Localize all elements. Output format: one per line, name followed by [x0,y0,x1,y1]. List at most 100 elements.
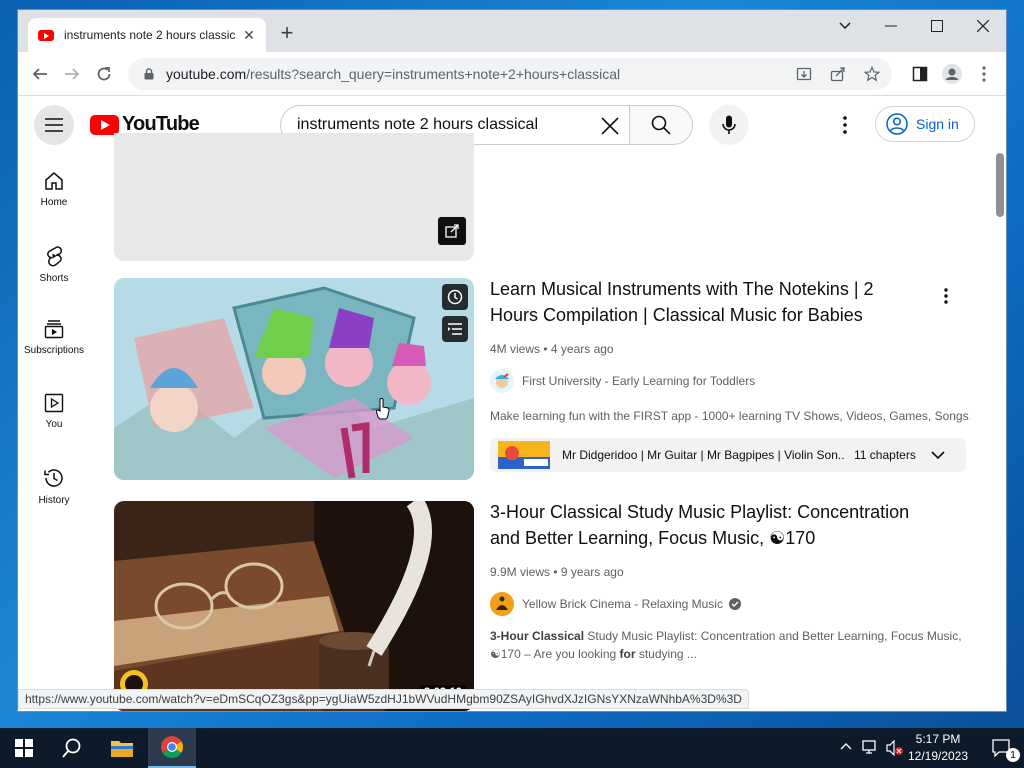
taskbar-search-button[interactable] [48,728,96,768]
volume-muted-icon[interactable] [886,740,904,756]
sidebar-item-shorts[interactable]: Shorts [18,245,90,284]
chapters-count: 11 chapters [854,448,916,462]
browser-tab[interactable]: instruments note 2 hours classical ✕ [28,18,266,52]
sidebar-item-home[interactable]: Home [18,171,90,208]
more-vertical-icon [944,288,948,304]
scrollbar-thumb[interactable] [996,153,1004,217]
chevron-down-icon [839,22,851,30]
folder-icon [111,741,133,757]
video-description: Make learning fun with the FIRST app - 1… [490,409,970,423]
channel-avatar [490,369,514,393]
video-thumbnail[interactable]: 3:02:10 [114,501,474,711]
video-thumbnail[interactable] [114,278,474,480]
maximize-button[interactable] [914,10,960,42]
home-icon [45,172,63,190]
new-tab-button[interactable]: + [276,22,298,44]
study-music-thumbnail-image [114,501,474,711]
sidebar-label: Subscriptions [23,345,85,356]
upload-age: 9 years ago [560,565,624,579]
search-input[interactable] [297,116,587,134]
install-app-icon[interactable] [794,64,814,84]
notification-count-badge: 1 [1006,748,1020,762]
clock-time[interactable]: 5:17 PM [904,732,972,746]
forward-button[interactable] [60,62,84,86]
close-window-button[interactable] [960,10,1006,42]
share-icon[interactable] [828,64,848,84]
chevron-down-icon[interactable] [930,447,946,463]
browser-toolbar: youtube.com/results?search_query=instrum… [18,52,1006,96]
address-url: youtube.com/results?search_query=instrum… [166,66,620,82]
windows-taskbar: 5:17 PM 12/19/2023 1 [0,728,1024,768]
add-to-queue-button[interactable] [442,316,468,342]
hamburger-menu-icon [45,118,63,132]
channel-info[interactable]: Yellow Brick Cinema - Relaxing Music [490,592,741,616]
clock-icon [447,289,463,305]
sidebar-label: Shorts [39,273,69,284]
tab-strip: instruments note 2 hours classical ✕ + [18,10,1006,52]
minimize-button[interactable] [868,10,914,42]
search-button[interactable] [629,105,693,145]
browser-window: instruments note 2 hours classical ✕ + y… [18,10,1006,711]
channel-name: Yellow Brick Cinema - Relaxing Music [522,597,723,611]
url-path: /results?search_query=instruments+note+2… [246,66,621,82]
clock-date[interactable]: 12/19/2023 [904,749,972,763]
network-icon[interactable] [862,740,880,756]
forward-arrow-icon [65,68,80,80]
guide-menu-button[interactable] [34,105,74,145]
sidebar-item-you[interactable]: You [18,393,90,430]
view-count: 4M views [490,342,541,356]
search-results: Learn Musical Instruments with The Notek… [114,133,974,711]
tab-title: instruments note 2 hours classical [64,28,236,42]
tab-search-button[interactable] [822,10,868,42]
video-title[interactable]: Learn Musical Instruments with The Notek… [490,276,910,328]
you-library-icon [44,393,64,413]
url-host: youtube.com [166,66,247,82]
profile-avatar-icon[interactable] [942,64,962,84]
page-scrollbar[interactable] [994,153,1006,711]
chapter-thumbnail [498,441,550,469]
chapters-bar[interactable]: Mr Didgeridoo | Mr Guitar | Mr Bagpipes … [490,438,966,472]
back-arrow-icon [32,68,47,80]
voice-search-button[interactable] [709,105,749,145]
reload-icon [97,67,111,81]
more-vertical-icon [843,116,847,134]
previous-result-thumbnail[interactable] [114,133,474,261]
windows-logo-icon [15,739,33,757]
video-metadata: 4M views • 4 years ago [490,342,614,356]
chrome-icon [161,736,183,758]
clear-search-icon[interactable] [596,112,624,140]
watch-later-button[interactable] [442,284,468,310]
lock-icon [142,67,156,81]
video-action-menu-button[interactable] [934,284,958,308]
sidebar-item-subscriptions[interactable]: Subscriptions [18,319,90,356]
sidebar-item-history[interactable]: History [18,467,90,506]
shorts-icon [47,246,62,267]
side-panel-icon[interactable] [910,64,930,84]
channel-info[interactable]: First University - Early Learning for To… [490,369,755,393]
subscriptions-icon [44,320,64,339]
upload-age: 4 years ago [550,342,614,356]
action-center-button[interactable]: 1 [978,728,1024,768]
account-circle-icon [886,113,908,135]
tab-close-icon[interactable]: ✕ [242,27,256,44]
reload-button[interactable] [92,62,116,86]
chrome-taskbar-button[interactable] [148,728,196,768]
channel-name: First University - Early Learning for To… [522,374,756,388]
browser-menu-icon[interactable] [974,64,994,84]
settings-menu-button[interactable] [833,113,857,137]
external-link-icon[interactable] [438,217,466,245]
back-button[interactable] [28,62,52,86]
hand-cursor-icon [376,398,390,420]
youtube-page: YouTube Sign in [18,97,1006,711]
address-bar[interactable]: youtube.com/results?search_query=instrum… [128,58,892,90]
chevron-up-icon[interactable] [840,742,852,750]
bookmark-star-icon[interactable] [862,64,882,84]
queue-icon [448,323,462,335]
view-count: 9.9M views [490,565,551,579]
video-title[interactable]: 3-Hour Classical Study Music Playlist: C… [490,499,910,551]
file-explorer-button[interactable] [98,728,146,768]
sign-in-button[interactable]: Sign in [875,106,975,142]
sidebar-label: Home [40,197,68,208]
start-button[interactable] [0,728,48,768]
search-icon [651,115,671,135]
